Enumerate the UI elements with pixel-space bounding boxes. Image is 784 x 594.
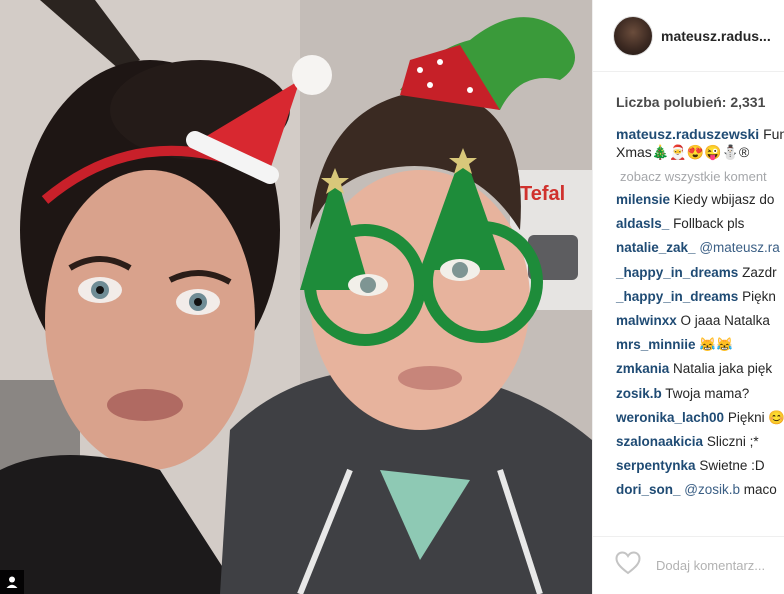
comment-author-link[interactable]: malwinxx [616,313,677,328]
comment-author-link[interactable]: aldasls_ [616,216,669,231]
comment-author-link[interactable]: szalonaakicia [616,434,703,449]
comment-author-link[interactable]: mrs_minniie [616,337,696,352]
comment-item: natalie_zak_ @mateusz.ra [593,236,784,260]
comment-text: Swietne :D [699,458,765,474]
view-all-comments-link[interactable]: zobacz wszystkie koment [593,169,784,184]
comment-author-link[interactable]: weronika_lach00 [616,410,724,425]
comment-item: szalonaakicia Sliczni ;* [593,430,784,454]
comment-item: weronika_lach00 Piękni 😊 [593,406,784,430]
comment-item: zosik.b Twoja mama? [593,382,784,406]
comment-text: O jaaa Natalka [680,313,770,329]
comment-author-link[interactable]: natalie_zak_ [616,240,696,255]
comment-item: _happy_in_dreams Piękn [593,285,784,309]
comment-mention-link[interactable]: @zosik.b [684,482,740,497]
comment-text: Sliczni ;* [706,434,759,450]
comment-author-link[interactable]: milensie [616,192,670,207]
comment-item: serpentynka Swietne :D [593,454,784,478]
comment-item: malwinxx O jaaa Natalka [593,309,784,333]
comment-text: Kiedy wbijasz do [673,192,775,207]
comment-author-link[interactable]: _happy_in_dreams [616,265,738,280]
heart-icon[interactable] [615,551,641,580]
username-link[interactable]: mateusz.radus... [661,28,771,44]
post-photo[interactable]: Tefal [0,0,592,594]
comment-text: Twoja mama? [665,385,750,401]
user-tag-icon[interactable] [0,570,24,594]
comment-author-link[interactable]: dori_son_ [616,482,681,497]
comment-text: Piękni 😊 [727,409,784,425]
avatar[interactable] [613,15,653,56]
comment-text: 😹😹 [699,337,733,353]
comment-text: Follback pls [673,216,745,232]
comment-item: zmkania Natalia jaka pięk [593,357,784,381]
comment-author-link[interactable]: zmkania [616,361,669,376]
caption-text-line2: Xmas🎄🎅😍😜⛄® [616,144,750,160]
caption-author-link[interactable]: mateusz.raduszewski [616,126,759,142]
photo-illustration: Tefal [0,0,592,594]
comment-item: milensie Kiedy wbijasz do [593,188,784,212]
comment-author-link[interactable]: zosik.b [616,386,662,401]
comment-author-link[interactable]: serpentynka [616,458,696,473]
add-comment-input[interactable] [654,557,784,574]
comment-item: aldasls_ Follback pls [593,212,784,236]
comment-mention-link[interactable]: @mateusz.ra [699,240,779,255]
tefal-sign: Tefal [520,183,565,205]
comment-item: mrs_minniie 😹😹 [593,333,784,357]
caption: mateusz.raduszewski Fun Xmas🎄🎅😍😜⛄® [593,125,784,161]
comment-footer [593,536,784,594]
comment-list: milensie Kiedy wbijasz do aldasls_ Follb… [593,188,784,503]
caption-text-line1: Fun [763,126,784,142]
comment-item: _happy_in_dreams Zazdr [593,261,784,285]
comment-author-link[interactable]: _happy_in_dreams [616,289,738,304]
comment-text: Zazdr [742,264,777,280]
post-header: mateusz.radus... [593,0,784,72]
comment-item: dori_son_ @zosik.b maco [593,478,784,502]
comment-text: Natalia jaka pięk [673,361,773,377]
post-sidebar: mateusz.radus... Liczba polubień: 2,331 … [592,0,784,594]
comment-text: maco [743,482,777,498]
likes-count[interactable]: Liczba polubień: 2,331 [593,94,784,110]
comment-text: Piękn [742,288,776,304]
